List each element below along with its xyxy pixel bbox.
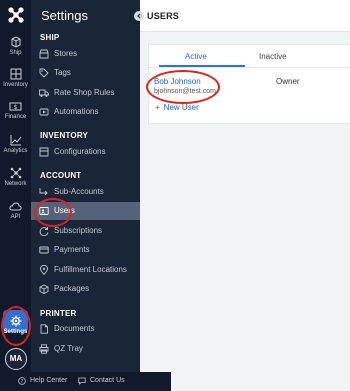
rail-item-analytics[interactable]: Analytics [0,134,31,154]
menu-title: Settings [41,8,88,23]
rail-label-analytics: Analytics [3,148,28,154]
menu-item-sub-accounts[interactable]: Sub-Accounts [31,183,140,201]
menu-label-stores: Stores [54,49,78,58]
dollar-icon: $ [9,102,22,111]
rail-label-ship: Ship [9,50,22,56]
rail-item-inventory[interactable]: Inventory [0,68,31,88]
menu-label-qz-tray: QZ Tray [54,344,83,353]
sub-accounts-icon [39,188,48,196]
menu-label-configurations: Configurations [54,147,106,156]
page-header: USERS [140,0,350,32]
rail-label-api: API [10,214,21,220]
svg-text:$: $ [14,104,18,111]
store-icon [39,49,49,59]
truck-icon [39,89,49,97]
menu-label-sub-accounts: Sub-Accounts [54,187,104,196]
section-printer: PRINTER [40,309,77,318]
section-inventory: INVENTORY [40,131,89,140]
menu-item-fulfillment-locations[interactable]: Fulfillment Locations [31,261,140,279]
svg-text:?: ? [21,379,24,385]
new-user-button[interactable]: + New User [155,103,199,112]
rail-item-ship[interactable]: Ship [0,36,31,56]
section-account: ACCOUNT [40,171,82,180]
menu-label-documents: Documents [54,324,95,333]
printer-icon [39,344,49,354]
contact-us-link[interactable]: Contact Us [90,377,125,384]
grid-icon [10,68,21,80]
subscriptions-icon [39,227,49,236]
tab-active[interactable]: Active [185,52,207,61]
users-card: Active Inactive Bob Johnson bjohnson@tes… [148,44,350,124]
menu-item-stores[interactable]: Stores [31,45,140,63]
tab-inactive[interactable]: Inactive [259,52,287,61]
user-role: Owner [276,77,300,86]
menu-label-tags: Tags [54,68,71,77]
chat-icon [78,377,86,385]
menu-item-payments[interactable]: Payments [31,241,140,259]
menu-item-rate-shop-rules[interactable]: Rate Shop Rules [31,84,140,102]
rail-label-inventory: Inventory [3,82,28,88]
configurations-icon [39,147,49,157]
menu-item-tags[interactable]: Tags [31,64,140,82]
menu-label-packages: Packages [54,284,90,293]
rail-label-network: Network [4,181,27,187]
network-icon [10,167,21,179]
rail-label-finance: Finance [4,114,27,120]
menu-label-fulfillment-locations: Fulfillment Locations [54,265,127,274]
menu-item-documents[interactable]: Documents [31,320,140,338]
document-icon [40,324,48,334]
menu-item-users[interactable]: Users [31,202,140,220]
active-tab-indicator [159,65,245,67]
settings-menu: Settings SHIP Stores Tags Rate Shop Rule… [0,0,171,391]
rail-label-settings: Settings [3,329,28,335]
avatar[interactable]: MA [5,348,27,370]
package-icon [39,284,49,294]
user-email: bjohnson@test.com [154,88,216,95]
chart-icon [10,135,21,146]
location-pin-icon [40,265,48,275]
help-icon: ? [18,377,26,385]
menu-item-subscriptions[interactable]: Subscriptions [31,222,140,240]
menu-label-rate-shop-rules: Rate Shop Rules [54,88,115,97]
chevron-left-icon [137,13,141,19]
tag-icon [39,68,49,78]
menu-footer: ? Help Center Contact Us [0,372,171,391]
plus-icon: + [155,103,160,112]
rail-item-finance[interactable]: $ Finance [0,101,31,120]
menu-item-packages[interactable]: Packages [31,280,140,298]
page-title: USERS [147,11,180,21]
menu-label-automations: Automations [54,107,99,116]
user-card-icon [39,207,49,215]
collapse-menu-button[interactable] [134,11,144,21]
rail-item-api[interactable]: API [0,201,31,220]
automation-icon [39,108,49,116]
section-ship: SHIP [40,33,60,42]
box-icon [11,36,20,48]
gear-icon [10,315,21,327]
new-user-label: New User [163,103,199,112]
menu-item-configurations[interactable]: Configurations [31,143,140,161]
menu-item-automations[interactable]: Automations [31,103,140,121]
user-name[interactable]: Bob Johnson [154,77,201,86]
user-tabs: Active Inactive [149,45,350,68]
menu-label-subscriptions: Subscriptions [54,226,103,235]
rail-item-network[interactable]: Network [0,167,31,187]
rail-item-settings[interactable]: Settings [0,315,31,335]
menu-label-users: Users [54,206,75,215]
app-logo-icon[interactable] [7,6,25,24]
icon-rail: Ship Inventory $ Finance Analytics Netwo… [0,0,31,391]
menu-item-qz-tray[interactable]: QZ Tray [31,340,140,358]
credit-card-icon [39,246,49,254]
menu-label-payments: Payments [54,245,90,254]
help-center-link[interactable]: Help Center [30,377,67,384]
cloud-icon [9,202,22,211]
